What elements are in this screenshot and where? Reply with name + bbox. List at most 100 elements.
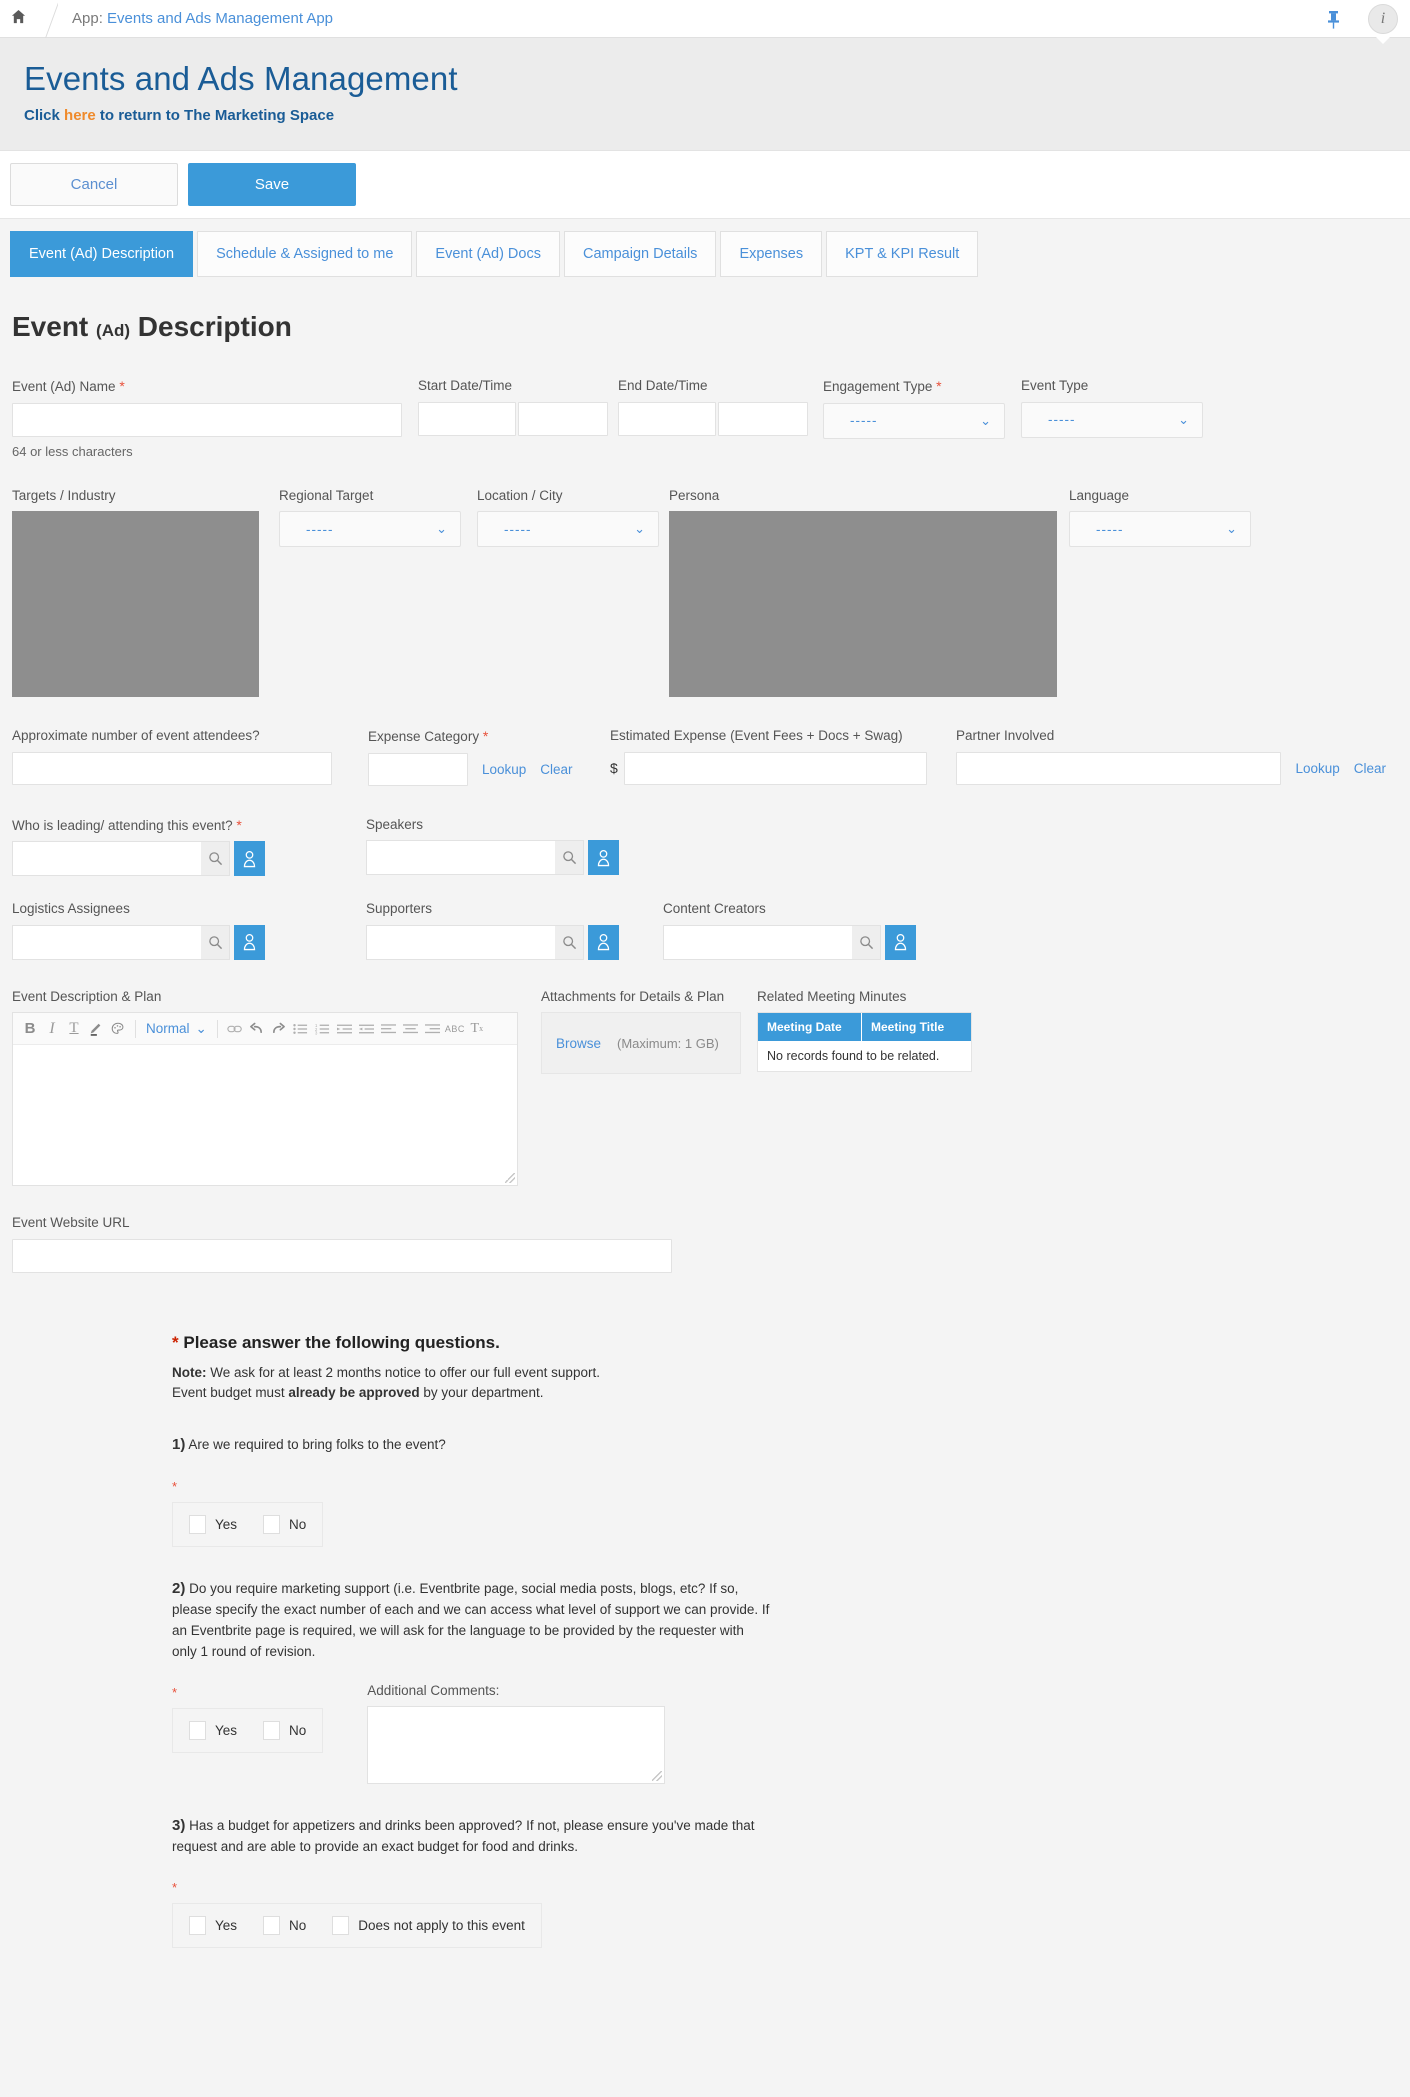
regional-target-select[interactable]: ----- ⌄ <box>279 511 461 547</box>
search-icon[interactable] <box>201 925 230 960</box>
info-icon[interactable]: i <box>1368 4 1398 34</box>
align-center-icon[interactable] <box>400 1016 422 1042</box>
search-icon[interactable] <box>555 925 584 960</box>
person-picker-icon[interactable] <box>234 841 265 876</box>
align-left-icon[interactable] <box>378 1016 400 1042</box>
form-body: Event (Ad) Description Event (Ad) Name *… <box>0 277 1410 1988</box>
person-picker-icon[interactable] <box>588 925 619 960</box>
expense-category-input[interactable] <box>368 753 468 786</box>
end-date-input[interactable] <box>618 402 716 436</box>
question-1-option-no[interactable]: No <box>263 1515 306 1534</box>
logistics-assignees-input[interactable] <box>12 925 201 960</box>
persona-listbox[interactable] <box>669 511 1057 697</box>
partner-involved-input[interactable] <box>956 752 1281 785</box>
column-header-meeting-title[interactable]: Meeting Title <box>862 1013 953 1041</box>
marketing-space-link[interactable]: here <box>64 107 96 124</box>
checkbox-no[interactable] <box>263 1916 280 1935</box>
search-icon[interactable] <box>852 925 881 960</box>
align-right-icon[interactable] <box>422 1016 444 1042</box>
tab-expenses[interactable]: Expenses <box>720 231 822 277</box>
field-attendees: Approximate number of event attendees? <box>12 727 332 785</box>
tab-campaign-details[interactable]: Campaign Details <box>564 231 716 277</box>
italic-icon[interactable]: I <box>41 1016 63 1042</box>
search-icon[interactable] <box>201 841 230 876</box>
home-button[interactable] <box>0 0 36 38</box>
palette-icon[interactable] <box>107 1016 129 1042</box>
questions-required-marker: * <box>172 1333 179 1352</box>
partner-involved-clear-link[interactable]: Clear <box>1354 761 1386 776</box>
person-picker-icon[interactable] <box>885 925 916 960</box>
paragraph-style-select[interactable]: Normal ⌄ <box>142 1021 211 1037</box>
additional-comments-textarea[interactable] <box>367 1706 665 1784</box>
column-header-meeting-date[interactable]: Meeting Date <box>758 1013 862 1041</box>
tab-kpt-kpi-result[interactable]: KPT & KPI Result <box>826 231 978 277</box>
start-time-input[interactable] <box>518 402 608 436</box>
redo-icon[interactable] <box>268 1016 290 1042</box>
outdent-icon[interactable] <box>356 1016 378 1042</box>
checkbox-yes[interactable] <box>189 1721 206 1740</box>
question-2-option-yes[interactable]: Yes <box>189 1721 237 1740</box>
event-type-select[interactable]: ----- ⌄ <box>1021 402 1203 438</box>
event-name-input[interactable] <box>12 403 402 437</box>
person-picker-icon[interactable] <box>234 925 265 960</box>
tab-schedule-assigned-to-me[interactable]: Schedule & Assigned to me <box>197 231 412 277</box>
targets-industry-listbox[interactable] <box>12 511 259 697</box>
expense-category-lookup-link[interactable]: Lookup <box>482 762 526 777</box>
underline-icon[interactable]: T <box>63 1016 85 1042</box>
resize-grip[interactable] <box>505 1173 515 1183</box>
label-content-creators: Content Creators <box>663 900 916 918</box>
question-3-option-yes[interactable]: Yes <box>189 1916 237 1935</box>
pencil-icon[interactable] <box>85 1016 107 1042</box>
resize-grip[interactable] <box>652 1771 662 1781</box>
checkbox-yes[interactable] <box>189 1916 206 1935</box>
checkbox-yes[interactable] <box>189 1515 206 1534</box>
spellcheck-icon[interactable]: ABC <box>444 1016 466 1042</box>
search-icon[interactable] <box>555 840 584 875</box>
partner-involved-lookup-link[interactable]: Lookup <box>1295 761 1339 776</box>
supporters-input[interactable] <box>366 925 555 960</box>
field-speakers: Speakers <box>366 816 619 876</box>
indent-icon[interactable] <box>334 1016 356 1042</box>
numbered-list-icon[interactable]: 123 <box>312 1016 334 1042</box>
tab-event-ad-docs[interactable]: Event (Ad) Docs <box>416 231 560 277</box>
question-3-body: Has a budget for appetizers and drinks b… <box>172 1818 755 1854</box>
question-3-option-not-applicable[interactable]: Does not apply to this event <box>332 1916 525 1935</box>
end-time-input[interactable] <box>718 402 808 436</box>
checkbox-no[interactable] <box>263 1515 280 1534</box>
start-date-input[interactable] <box>418 402 516 436</box>
bold-icon[interactable]: B <box>19 1016 41 1042</box>
engagement-type-select[interactable]: ----- ⌄ <box>823 403 1005 439</box>
app-title: Events and Ads Management <box>24 60 1410 98</box>
question-1-option-yes[interactable]: Yes <box>189 1515 237 1534</box>
chevron-down-icon: ⌄ <box>1178 412 1190 428</box>
speakers-input[interactable] <box>366 840 555 875</box>
undo-icon[interactable] <box>246 1016 268 1042</box>
link-icon[interactable] <box>224 1016 246 1042</box>
pin-icon[interactable] <box>1327 10 1340 29</box>
bullet-list-icon[interactable] <box>290 1016 312 1042</box>
tab-event-ad-description[interactable]: Event (Ad) Description <box>10 231 193 277</box>
person-picker-icon[interactable] <box>588 840 619 875</box>
checkbox-does-not-apply[interactable] <box>332 1916 349 1935</box>
clear-format-icon[interactable]: Tx <box>466 1016 488 1042</box>
field-engagement-type: Engagement Type * ----- ⌄ <box>823 377 1005 439</box>
content-creators-input[interactable] <box>663 925 852 960</box>
rte-content-area[interactable] <box>13 1045 517 1185</box>
label-attachments: Attachments for Details & Plan <box>541 988 741 1006</box>
estimated-expense-input[interactable] <box>624 752 927 785</box>
question-2-option-no[interactable]: No <box>263 1721 306 1740</box>
browse-button[interactable]: Browse <box>556 1036 601 1051</box>
breadcrumb-app-link[interactable]: Events and Ads Management App <box>107 10 333 27</box>
checkbox-no[interactable] <box>263 1721 280 1740</box>
leading-attending-picker <box>12 841 265 876</box>
label-language: Language <box>1069 487 1251 505</box>
expense-category-clear-link[interactable]: Clear <box>540 762 572 777</box>
question-3-option-no[interactable]: No <box>263 1916 306 1935</box>
language-select[interactable]: ----- ⌄ <box>1069 511 1251 547</box>
save-button[interactable]: Save <box>188 163 356 206</box>
event-website-url-input[interactable] <box>12 1239 672 1273</box>
leading-attending-input[interactable] <box>12 841 201 876</box>
location-city-select[interactable]: ----- ⌄ <box>477 511 659 547</box>
cancel-button[interactable]: Cancel <box>10 163 178 206</box>
attendees-input[interactable] <box>12 752 332 785</box>
